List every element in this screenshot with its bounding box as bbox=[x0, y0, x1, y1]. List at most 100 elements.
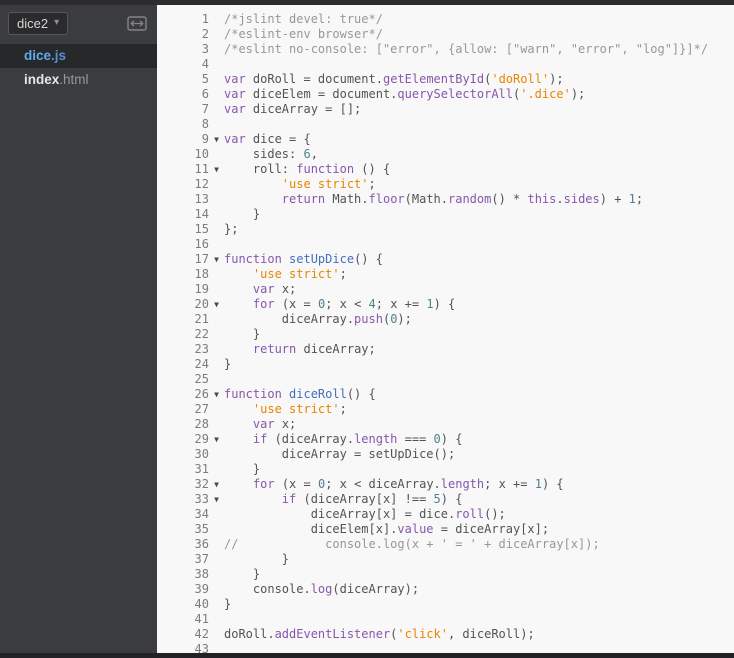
split-view-icon[interactable] bbox=[126, 15, 148, 32]
line-number: 5 bbox=[201, 72, 209, 86]
line-number: 39 bbox=[194, 582, 209, 596]
code-text: var x; bbox=[252, 417, 297, 431]
code-line: 12 'use strict'; bbox=[157, 177, 734, 192]
code-line: 25 bbox=[157, 372, 734, 387]
code-text: diceElem[x].value = diceArray[x]; bbox=[224, 522, 550, 536]
project-name: dice2 bbox=[17, 15, 49, 31]
code-line: 15}; bbox=[157, 222, 734, 237]
code-line: 27 'use strict'; bbox=[157, 402, 734, 417]
status-bar bbox=[0, 653, 734, 658]
code-line: 40} bbox=[157, 597, 734, 612]
code-line: 23 return diceArray; bbox=[157, 342, 734, 357]
line-number: 16 bbox=[194, 237, 209, 251]
code-text: /*eslint no-console: ["error", {allow: [… bbox=[224, 42, 709, 56]
code-line: 39 console.log(diceArray); bbox=[157, 582, 734, 597]
line-number: 15 bbox=[194, 222, 209, 236]
code-text: /*eslint-env browser*/ bbox=[224, 27, 383, 41]
file-tree: dice.js index.html bbox=[0, 44, 157, 92]
line-number: 34 bbox=[194, 507, 209, 521]
line-number: 37 bbox=[194, 552, 209, 566]
file-extension: .html bbox=[59, 72, 89, 87]
line-number: 41 bbox=[194, 612, 209, 626]
code-line: 18 'use strict'; bbox=[157, 267, 734, 282]
code-line: 9 ▼ var dice = { bbox=[157, 132, 734, 147]
code-line: 13 return Math.floor(Math.random() * thi… bbox=[157, 192, 734, 207]
line-number: 31 bbox=[194, 462, 209, 476]
code-text: for (x = 0; x < diceArray.length; x += 1… bbox=[252, 477, 564, 491]
line-number: 32 bbox=[194, 477, 209, 491]
fold-arrow-icon[interactable]: ▼ bbox=[209, 387, 224, 402]
line-number: 3 bbox=[201, 42, 209, 56]
code-line: 26 ▼ function diceRoll() { bbox=[157, 387, 734, 402]
line-number: 33 bbox=[194, 492, 209, 506]
code-line: 8 bbox=[157, 117, 734, 132]
line-number: 19 bbox=[194, 282, 209, 296]
main-area: dice2 ▾ dice.js index.html 1 /*jslint de… bbox=[0, 5, 734, 653]
project-dropdown-button[interactable]: dice2 ▾ bbox=[8, 12, 69, 35]
code-text: } bbox=[224, 357, 232, 371]
code-text: diceArray = setUpDice(); bbox=[224, 447, 456, 461]
fold-arrow-icon[interactable]: ▼ bbox=[209, 477, 224, 492]
file-item-dice-js[interactable]: dice.js bbox=[0, 44, 157, 68]
fold-arrow-icon[interactable]: ▼ bbox=[209, 297, 224, 312]
code-text: }; bbox=[224, 222, 239, 236]
line-number: 11 bbox=[194, 162, 209, 176]
line-number: 36 bbox=[194, 537, 209, 551]
code-text: } bbox=[224, 462, 261, 476]
line-number: 38 bbox=[194, 567, 209, 581]
fold-arrow-icon[interactable]: ▼ bbox=[209, 252, 224, 267]
code-line: 43 bbox=[157, 642, 734, 653]
line-number: 21 bbox=[194, 312, 209, 326]
line-number: 10 bbox=[194, 147, 209, 161]
line-number: 23 bbox=[194, 342, 209, 356]
line-number: 18 bbox=[194, 267, 209, 281]
line-number: 12 bbox=[194, 177, 209, 191]
code-text: console.log(diceArray); bbox=[224, 582, 420, 596]
code-text: var diceArray = []; bbox=[224, 102, 362, 116]
line-number: 8 bbox=[201, 117, 209, 131]
code-editor[interactable]: 1 /*jslint devel: true*/ 2 /*eslint-env bro… bbox=[157, 5, 734, 653]
line-number: 20 bbox=[194, 297, 209, 311]
line-number: 42 bbox=[194, 627, 209, 641]
code-line: 24} bbox=[157, 357, 734, 372]
line-number: 28 bbox=[194, 417, 209, 431]
code-line: 16 bbox=[157, 237, 734, 252]
line-number: 14 bbox=[194, 207, 209, 221]
code-line: 28 var x; bbox=[157, 417, 734, 432]
code-line: 36 // console.log(x + ' = ' + diceArray[x… bbox=[157, 537, 734, 552]
code-line: 29 ▼ if (diceArray.length === 0) { bbox=[157, 432, 734, 447]
chevron-down-icon: ▾ bbox=[54, 17, 60, 28]
fold-arrow-icon[interactable]: ▼ bbox=[209, 492, 224, 507]
code-line: 30 diceArray = setUpDice(); bbox=[157, 447, 734, 462]
line-number: 35 bbox=[194, 522, 209, 536]
code-text: return Math.floor(Math.random() * this.s… bbox=[281, 192, 644, 206]
code-text: sides: 6, bbox=[224, 147, 318, 161]
code-line: 42 doRoll.addEventListener('click', diceR… bbox=[157, 627, 734, 642]
brackets-window: dice2 ▾ dice.js index.html 1 /*jslint de… bbox=[0, 0, 734, 658]
line-number: 9 bbox=[201, 132, 209, 146]
code-line: 20 ▼ for (x = 0; x < 4; x += 1) { bbox=[157, 297, 734, 312]
line-number: 25 bbox=[194, 372, 209, 386]
code-text: 'use strict'; bbox=[281, 177, 376, 191]
file-item-index-html[interactable]: index.html bbox=[0, 68, 157, 92]
code-line: 22 } bbox=[157, 327, 734, 342]
code-text: doRoll.addEventListener('click', diceRol… bbox=[224, 627, 535, 641]
code-line: 37 } bbox=[157, 552, 734, 567]
fold-arrow-icon[interactable]: ▼ bbox=[209, 132, 224, 147]
code-text: function diceRoll() { bbox=[224, 387, 376, 401]
code-text: var dice = { bbox=[224, 132, 311, 146]
code-line: 31 } bbox=[157, 462, 734, 477]
code-text: function setUpDice() { bbox=[224, 252, 383, 266]
code-line: 11 ▼ roll: function () { bbox=[157, 162, 734, 177]
file-name: index bbox=[24, 72, 60, 87]
file-extension: .js bbox=[51, 48, 67, 63]
fold-arrow-icon[interactable]: ▼ bbox=[209, 432, 224, 447]
code-text: 'use strict'; bbox=[252, 402, 347, 416]
code-text: diceArray.push(0); bbox=[224, 312, 412, 326]
code-text: roll: function () { bbox=[224, 162, 391, 176]
code-text: var doRoll = document.getElementById('do… bbox=[224, 72, 564, 86]
fold-arrow-icon[interactable]: ▼ bbox=[209, 162, 224, 177]
file-name: dice bbox=[24, 48, 52, 63]
code-line: 34 diceArray[x] = dice.roll(); bbox=[157, 507, 734, 522]
code-text: } bbox=[224, 207, 261, 221]
